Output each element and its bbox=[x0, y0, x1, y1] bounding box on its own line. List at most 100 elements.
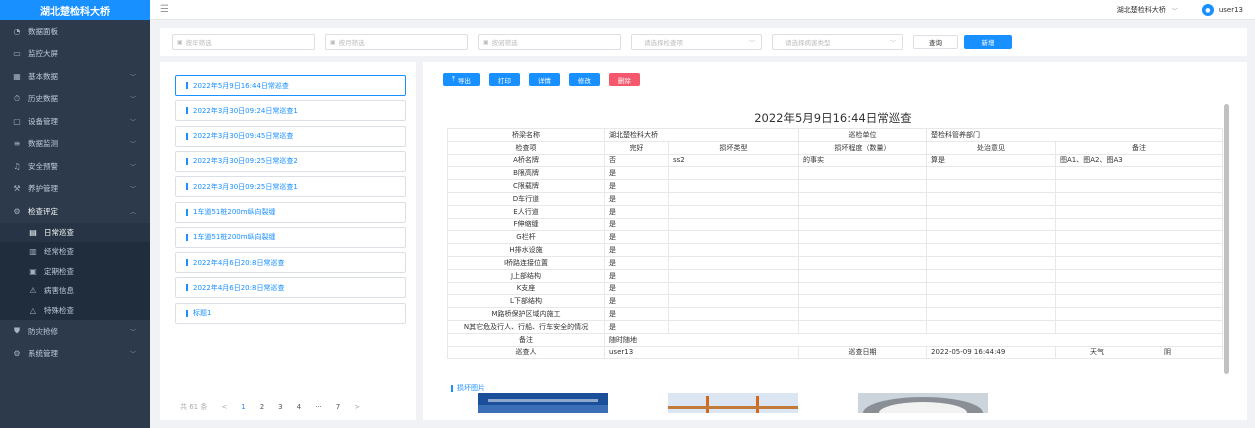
table-cell bbox=[668, 319, 799, 334]
table-cell: C限载牌 bbox=[447, 179, 605, 193]
list-item[interactable]: 2022年3月30日09:25日常巡查2 bbox=[175, 150, 406, 172]
detail-button[interactable]: 详情 bbox=[528, 73, 560, 86]
date-filter-input[interactable]: ▣ 按阅筛选 bbox=[478, 34, 621, 50]
sidebar-item-devices[interactable]: ▢ 设备管理 ﹀ bbox=[0, 110, 150, 133]
month-filter-input[interactable]: ▣ 按月筛选 bbox=[325, 34, 468, 50]
table-cell: I桥路连接位置 bbox=[447, 255, 605, 270]
shield-icon: ⛊ bbox=[14, 326, 20, 336]
sidebar: 湖北楚检科大桥 ◔ 数据面板 ▭ 监控大屏 ▦ 基本数据 ﹀ ⏱ 历史数据 ﹀ ▢ 设备管理 ﹀ ≡ 数据监… bbox=[0, 0, 150, 428]
table-cell: K支座 bbox=[447, 281, 605, 296]
table-cell bbox=[798, 204, 927, 219]
sidebar-item-regular[interactable]: ▥ 经常检查 bbox=[0, 242, 150, 262]
sidebar-item-periodic[interactable]: ▣ 定期检查 bbox=[0, 262, 150, 282]
table-row: G栏杆是 bbox=[447, 230, 1223, 245]
check-item-select[interactable]: 请选择检查项 ﹀ bbox=[631, 34, 762, 50]
calendar-icon: ▣ bbox=[29, 266, 37, 276]
sidebar-item-history[interactable]: ⏱ 历史数据 ﹀ bbox=[0, 88, 150, 111]
sidebar-item-label: 数据面板 bbox=[28, 26, 58, 36]
page-7[interactable]: 7 bbox=[336, 403, 340, 411]
year-filter-input[interactable]: ▣ 按年筛选 bbox=[172, 34, 315, 50]
inspection-list-panel: 2022年5月9日16:44日常巡查 2022年3月30日09:24日常巡查1 20… bbox=[160, 62, 416, 420]
sidebar-item-special[interactable]: △ 特殊检查 bbox=[0, 301, 150, 321]
weather-cell: 天气 阴 bbox=[1055, 345, 1223, 360]
add-button[interactable]: 新增 bbox=[964, 35, 1012, 49]
sidebar-item-basic-data[interactable]: ▦ 基本数据 ﹀ bbox=[0, 65, 150, 88]
table-cell: H排水设施 bbox=[447, 243, 605, 257]
damage-image-3[interactable] bbox=[858, 393, 988, 413]
table-cell bbox=[926, 204, 1056, 219]
page-1[interactable]: 1 bbox=[241, 403, 245, 411]
page-4[interactable]: 4 bbox=[297, 403, 301, 411]
list-icon: ≡ bbox=[13, 139, 21, 149]
table-cell bbox=[926, 281, 1056, 296]
username[interactable]: user13 bbox=[1219, 6, 1243, 14]
table-cell bbox=[798, 191, 927, 206]
table-cell bbox=[1055, 179, 1223, 193]
export-button[interactable]: ⤒ 导出 bbox=[443, 73, 480, 86]
sidebar-item-monitoring[interactable]: ≡ 数据监测 ﹀ bbox=[0, 133, 150, 156]
damage-images-label: 损坏图片 bbox=[451, 383, 485, 393]
sidebar-item-label: 病害信息 bbox=[44, 286, 74, 296]
table-cell bbox=[1055, 255, 1223, 270]
table-cell: 是 bbox=[604, 319, 669, 334]
table-row: 巡查人 user13 巡查日期 巡查日期 2022-05-09 16:44:49… bbox=[447, 345, 1223, 360]
list-item[interactable]: 2022年4月6日20:8日常巡查 bbox=[175, 252, 406, 274]
sidebar-item-dashboard[interactable]: ◔ 数据面板 bbox=[0, 20, 150, 43]
action-bar: ⤒ 导出 打印 详情 修改 删除 bbox=[443, 73, 649, 86]
table-cell bbox=[1055, 319, 1223, 334]
sidebar-item-daily[interactable]: ▤ 日常巡查 bbox=[0, 222, 150, 242]
table-row: F伸缩缝是 bbox=[447, 217, 1223, 232]
page-3[interactable]: 3 bbox=[278, 403, 282, 411]
sidebar-item-disaster[interactable]: ⛊ 防灾抢修 ﹀ bbox=[0, 320, 150, 343]
date-label-visible: 巡查日期 bbox=[798, 345, 927, 360]
page-2[interactable]: 2 bbox=[260, 403, 264, 411]
disease-type-select[interactable]: 请选择病害类型 ﹀ bbox=[772, 34, 903, 50]
table-cell bbox=[926, 166, 1056, 181]
list-item[interactable]: 2022年5月9日16:44日常巡查 bbox=[175, 75, 406, 96]
table-cell: M路桥保护区域内施工 bbox=[447, 307, 605, 321]
table-cell bbox=[1055, 191, 1223, 206]
table-cell bbox=[926, 319, 1056, 334]
prev-page-button[interactable]: < bbox=[221, 403, 227, 411]
sidebar-item-maintenance[interactable]: ⚒ 养护管理 ﹀ bbox=[0, 178, 150, 201]
table-cell: 是 bbox=[604, 166, 669, 181]
edit-button[interactable]: 修改 bbox=[568, 73, 600, 86]
damage-image-1[interactable] bbox=[478, 393, 608, 413]
sidebar-item-label: 养护管理 bbox=[28, 184, 58, 194]
avatar[interactable]: ● bbox=[1201, 4, 1214, 16]
weather-label: 天气 bbox=[1090, 348, 1104, 357]
list-item[interactable]: 2022年3月30日09:24日常巡查1 bbox=[175, 100, 406, 122]
chevron-down-icon: ﹀ bbox=[129, 141, 136, 149]
chevron-down-icon[interactable]: ﹀ bbox=[1172, 6, 1178, 15]
chevron-down-icon: ﹀ bbox=[889, 39, 896, 47]
table-cell: 是 bbox=[604, 191, 669, 206]
sidebar-item-inspection[interactable]: ⚙ 检查评定 ︿ bbox=[0, 200, 150, 223]
query-button[interactable]: 查询 bbox=[913, 35, 958, 49]
table-cell bbox=[798, 217, 927, 232]
inspector-value: user13 bbox=[604, 345, 799, 360]
list-item[interactable]: 1车道51桩200m纵向裂缝 bbox=[175, 201, 406, 223]
sidebar-item-disease[interactable]: ⚠ 病害信息 bbox=[0, 281, 150, 301]
page-ellipsis[interactable]: ··· bbox=[315, 403, 322, 411]
sidebar-item-label: 设备管理 bbox=[28, 116, 58, 126]
bridge-select[interactable]: 湖北楚检科大桥 bbox=[1117, 5, 1166, 15]
hamburger-icon[interactable]: ☰ bbox=[160, 4, 169, 15]
delete-button[interactable]: 删除 bbox=[608, 73, 640, 86]
damage-image-2[interactable] bbox=[668, 393, 798, 413]
list-item[interactable]: 2022年4月6日20:8日常巡查 bbox=[175, 277, 406, 299]
table-cell: B限高牌 bbox=[447, 166, 605, 181]
scrollbar[interactable] bbox=[1224, 104, 1229, 374]
next-page-button[interactable]: > bbox=[354, 403, 360, 411]
sidebar-item-label: 系统管理 bbox=[28, 349, 58, 359]
list-item[interactable]: 1车道51桩200m纵向裂缝 bbox=[175, 226, 406, 248]
sidebar-item-label: 检查评定 bbox=[28, 206, 58, 216]
table-row: K支座是 bbox=[447, 281, 1223, 296]
print-button[interactable]: 打印 bbox=[488, 73, 520, 86]
sidebar-item-system[interactable]: ⚙ 系统管理 ﹀ bbox=[0, 343, 150, 366]
list-item[interactable]: 2022年3月30日09:25日常巡查1 bbox=[175, 176, 406, 198]
list-item[interactable]: 2022年3月30日09:45日常巡查 bbox=[175, 125, 406, 147]
list-item[interactable]: 标题1 bbox=[175, 302, 406, 324]
top-header: ☰ 湖北楚检科大桥 ﹀ ● user13 bbox=[150, 0, 1255, 20]
sidebar-item-alerts[interactable]: ♫ 安全预警 ﹀ bbox=[0, 155, 150, 178]
sidebar-item-monitor[interactable]: ▭ 监控大屏 bbox=[0, 43, 150, 66]
